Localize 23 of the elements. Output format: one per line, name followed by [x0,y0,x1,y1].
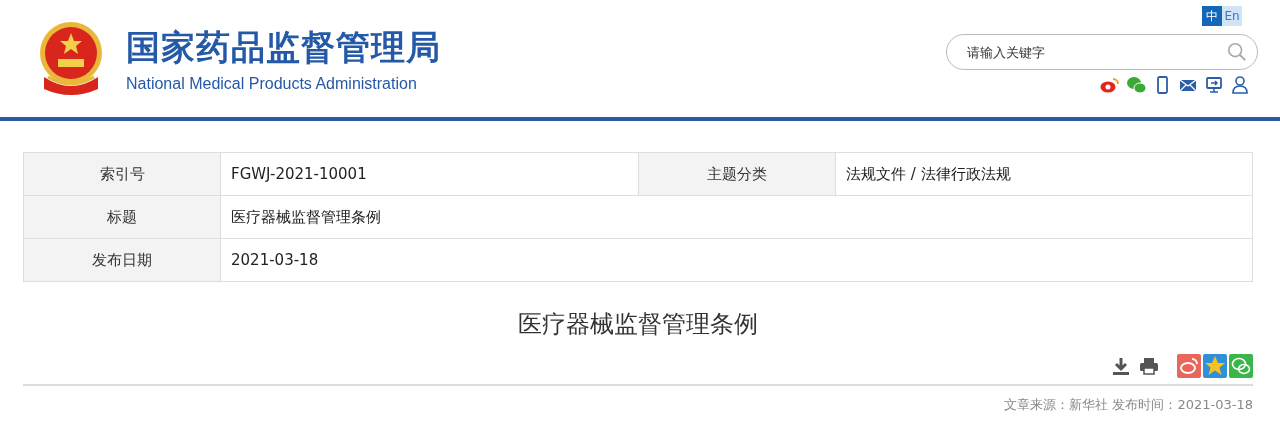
download-icon[interactable] [1111,356,1131,376]
site-subtitle: National Medical Products Administration [126,74,418,93]
star-share-icon[interactable] [1203,354,1227,378]
label-cell: 标题 [24,196,221,238]
label-cell: 索引号 [24,153,221,195]
monitor-icon[interactable] [1204,76,1224,94]
print-icon[interactable] [1139,356,1159,376]
value-cell-text: 法规文件 / 法律行政法规 [845,163,1012,185]
user-icon[interactable] [1230,76,1250,94]
article-title: 医疗器械监督管理条例 [517,309,759,340]
label-cell: 发布日期 [24,239,221,281]
value-cell-text: 医疗器械监督管理条例 [230,206,382,228]
search-field[interactable]: 请输入关键字 [946,34,1258,70]
weibo-share-icon[interactable] [1177,354,1201,378]
wechat-share-icon[interactable] [1229,354,1253,378]
language-tab[interactable]: 中 [1202,6,1222,26]
value-cell-text: 2021-03-18 [230,250,320,271]
wechat-icon[interactable] [1126,76,1146,94]
site-title: 国家药品监督管理局 [126,25,441,69]
weibo-icon[interactable] [1100,76,1120,94]
language-tab[interactable]: En [1222,6,1242,26]
label-cell: 主题分类 [639,153,836,195]
article-meta: 文章来源：新华社 发布时间：2021-03-18 [1004,397,1253,412]
